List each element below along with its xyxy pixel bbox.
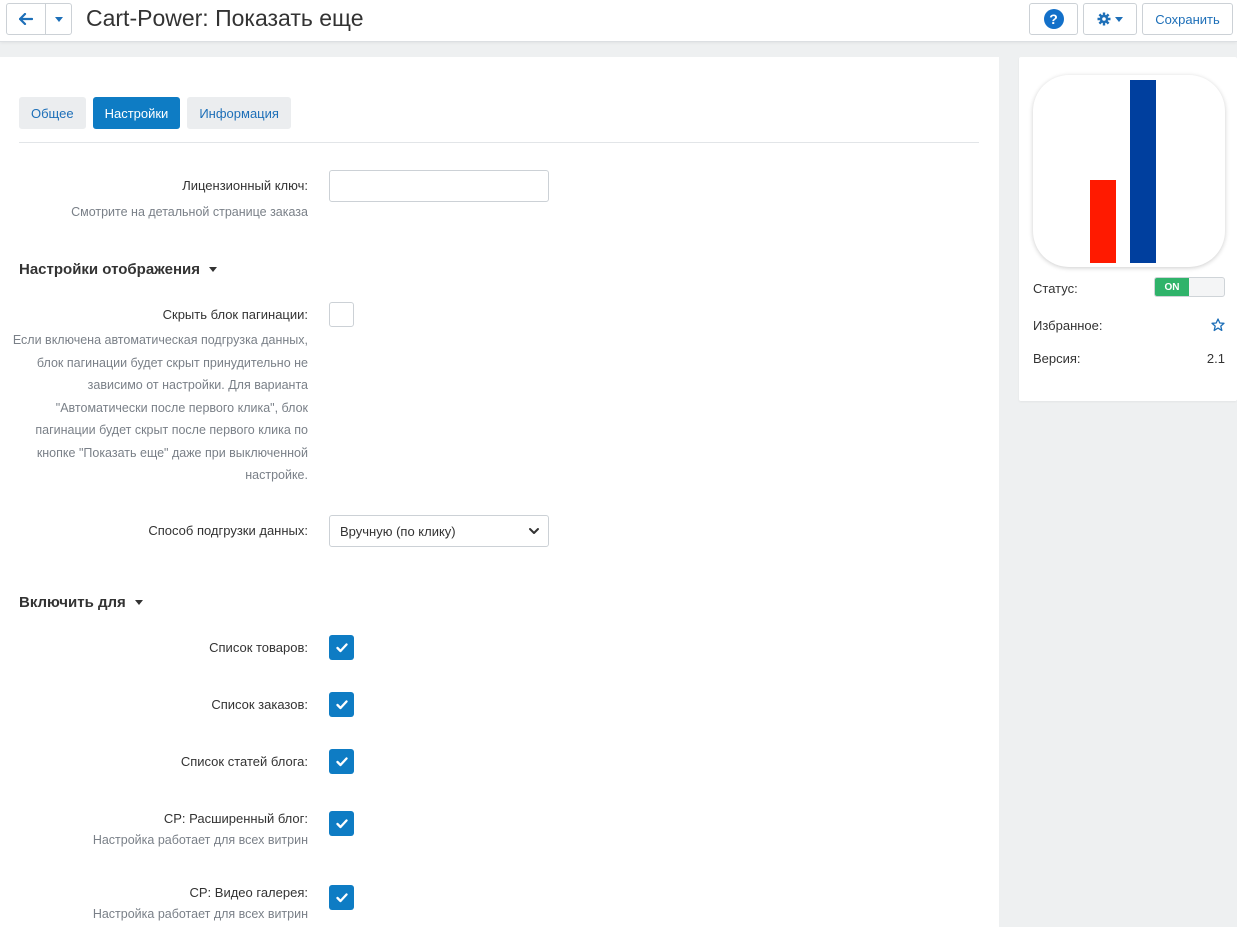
tab-bar: Общее Настройки Информация	[19, 97, 291, 129]
caret-down-icon	[209, 267, 217, 272]
tab-divider	[19, 142, 979, 143]
settings-panel: Общее Настройки Информация Лицензионный …	[0, 57, 999, 927]
display-settings-heading[interactable]: Настройки отображения	[19, 261, 217, 278]
enable-products-list-checkbox[interactable]	[329, 635, 354, 660]
check-icon	[335, 892, 348, 902]
tab-information[interactable]: Информация	[187, 97, 291, 129]
tab-settings[interactable]: Настройки	[92, 97, 181, 129]
chevron-down-icon	[529, 528, 539, 534]
back-button[interactable]	[7, 4, 45, 34]
caret-down-icon	[134, 600, 143, 605]
status-label: Статус:	[1033, 281, 1078, 296]
tab-general[interactable]: Общее	[19, 97, 86, 129]
hide-pagination-label: Скрыть блок пагинации:	[162, 307, 308, 322]
addon-logo	[1033, 75, 1225, 267]
enable-item-hint: Настройка работает для всех витрин	[92, 907, 308, 921]
check-icon	[335, 818, 348, 828]
license-key-label: Лицензионный ключ:	[182, 178, 308, 193]
addon-info-panel: Статус: ON Избранное: Версия: 2.1	[1019, 57, 1237, 401]
enable-item-label: CP: Расширенный блог:	[163, 811, 308, 826]
check-icon	[335, 642, 348, 652]
enable-item-hint: Настройка работает для всех витрин	[92, 833, 308, 847]
load-method-value: Вручную (по клику)	[340, 523, 456, 539]
enable-item-label: Список статей блога:	[180, 754, 308, 769]
enable-video-gallery-checkbox[interactable]	[329, 885, 354, 910]
license-key-input[interactable]	[329, 170, 549, 202]
history-dropdown-button[interactable]	[45, 4, 71, 34]
enable-orders-list-checkbox[interactable]	[329, 692, 354, 717]
favorite-row: Избранное:	[1033, 318, 1225, 333]
status-toggle[interactable]: ON	[1154, 277, 1225, 297]
version-value: 2.1	[1206, 351, 1225, 366]
hide-pagination-checkbox[interactable]	[329, 302, 354, 327]
enable-item-label: Список товаров:	[209, 640, 308, 655]
favorite-label: Избранное:	[1033, 318, 1103, 333]
settings-dropdown-button[interactable]	[1083, 3, 1137, 35]
arrow-left-icon	[19, 13, 33, 25]
help-button[interactable]: ?	[1029, 3, 1078, 35]
enable-blog-list-checkbox[interactable]	[329, 749, 354, 774]
version-row: Версия: 2.1	[1033, 351, 1225, 366]
load-method-label: Способ подгрузки данных:	[148, 523, 308, 538]
enable-item-label: CP: Видео галерея:	[189, 885, 309, 900]
enable-item-label: Список заказов:	[211, 697, 308, 712]
enable-for-heading[interactable]: Включить для	[19, 594, 143, 611]
page-title: Cart-Power: Показать еще	[86, 5, 364, 31]
star-icon[interactable]	[1211, 318, 1225, 332]
gear-icon	[1097, 12, 1111, 26]
back-button-group	[6, 3, 72, 35]
check-icon	[335, 756, 348, 766]
bar-chart-logo-icon	[1090, 80, 1156, 263]
enable-for-title: Включить для	[19, 594, 126, 611]
hide-pagination-hint: Если включена автоматическая подгрузка д…	[12, 333, 308, 482]
status-row: Статус: ON	[1033, 277, 1225, 297]
enable-extended-blog-checkbox[interactable]	[329, 811, 354, 836]
display-settings-title: Настройки отображения	[19, 261, 200, 278]
license-key-hint: Смотрите на детальной странице заказа	[71, 205, 308, 219]
check-icon	[335, 699, 348, 709]
question-icon: ?	[1043, 9, 1064, 29]
status-toggle-on: ON	[1155, 278, 1189, 296]
version-label: Версия:	[1033, 351, 1081, 366]
save-button[interactable]: Сохранить	[1142, 3, 1233, 35]
top-bar: Cart-Power: Показать еще ? Сохранить	[0, 0, 1237, 42]
load-method-select[interactable]: Вручную (по клику)	[329, 515, 549, 547]
caret-down-icon	[54, 16, 63, 22]
caret-down-icon	[1115, 16, 1123, 22]
